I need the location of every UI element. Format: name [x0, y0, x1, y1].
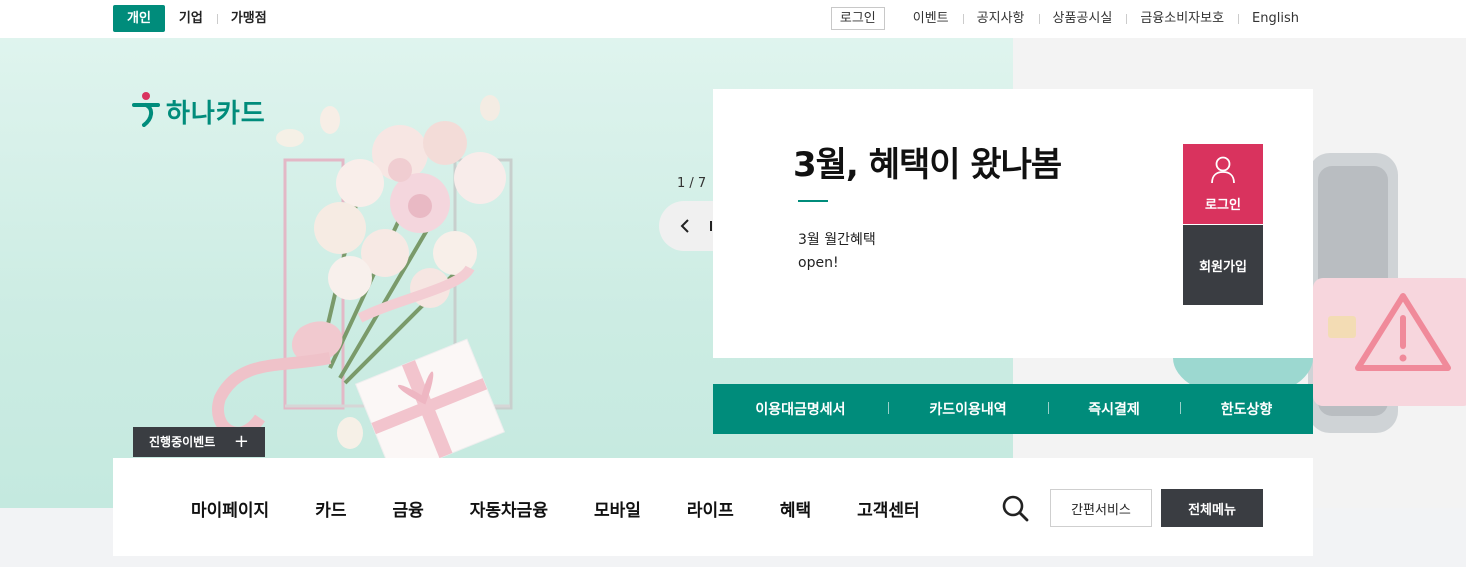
quick-links-bar: 이용대금명세서 카드이용내역 즉시결제 한도상향 [713, 384, 1313, 434]
tab-business[interactable]: 기업 [165, 5, 217, 32]
link-notice[interactable]: 공지사항 [962, 9, 1039, 29]
join-button[interactable]: 회원가입 [1183, 225, 1263, 305]
hana-card-logo[interactable]: 하나카드 [132, 91, 266, 131]
quick-link-limit-increase[interactable]: 한도상향 [1180, 399, 1313, 419]
banner-subtitle: 3월 월간혜택 open! [798, 229, 876, 275]
login-button[interactable]: 로그인 [1183, 144, 1263, 224]
utility-links: 로그인 이벤트 공지사항 상품공시실 금융소비자보호 English [830, 7, 1313, 30]
link-english[interactable]: English [1238, 9, 1313, 29]
tab-merchant[interactable]: 가맹점 [216, 5, 281, 32]
menu-customer-center[interactable]: 고객센터 [857, 496, 920, 521]
join-label: 회원가입 [1199, 259, 1247, 275]
chevron-left-icon[interactable] [674, 215, 696, 237]
link-event[interactable]: 이벤트 [899, 9, 963, 29]
menu-benefits[interactable]: 혜택 [780, 496, 811, 521]
menu-auto-finance[interactable]: 자동차금융 [470, 496, 548, 521]
logo-text: 하나카드 [166, 98, 266, 129]
banner-title: 3월, 혜택이 왔나봄 [793, 145, 1062, 185]
banner-sub-line2: open! [798, 255, 839, 271]
plus-icon: + [233, 431, 249, 452]
main-navigation: 마이페이지 카드 금융 자동차금융 모바일 라이프 혜택 고객센터 간편서비스 … [113, 458, 1313, 556]
link-consumer-protection[interactable]: 금융소비자보호 [1126, 9, 1238, 29]
gnb-menu: 마이페이지 카드 금융 자동차금융 모바일 라이프 혜택 고객센터 [191, 496, 966, 521]
menu-card[interactable]: 카드 [315, 496, 346, 521]
login-label: 로그인 [1205, 197, 1241, 213]
menu-finance[interactable]: 금융 [392, 496, 423, 521]
slide-counter: 1 / 7 [677, 176, 707, 191]
easy-service-button[interactable]: 간편서비스 [1050, 489, 1152, 527]
search-icon[interactable] [1001, 494, 1029, 522]
link-product-disclosure[interactable]: 상품공시실 [1038, 9, 1127, 29]
top-login-button[interactable]: 로그인 [830, 7, 885, 30]
segment-tabs: 개인 기업 가맹점 [113, 5, 281, 32]
ongoing-event-label: 진행중이벤트 [149, 435, 216, 449]
ongoing-event-tab[interactable]: 진행중이벤트 + [133, 427, 265, 457]
menu-life[interactable]: 라이프 [687, 496, 734, 521]
quick-link-statement[interactable]: 이용대금명세서 [713, 399, 888, 419]
title-divider [798, 200, 828, 202]
banner-card[interactable]: 3월, 혜택이 왔나봄 3월 월간혜택 open! 로그인 회원가입 [713, 89, 1313, 358]
all-menu-button[interactable]: 전체메뉴 [1161, 489, 1263, 527]
banner-sub-line1: 3월 월간혜택 [798, 232, 876, 248]
quick-link-instant-payment[interactable]: 즉시결제 [1048, 399, 1180, 419]
hana-logo-icon [132, 91, 160, 131]
top-bar: 개인 기업 가맹점 로그인 이벤트 공지사항 상품공시실 금융소비자보호 Eng… [0, 0, 1466, 38]
menu-mobile[interactable]: 모바일 [594, 496, 641, 521]
tab-personal[interactable]: 개인 [113, 5, 165, 32]
user-icon [1210, 156, 1236, 188]
quick-link-usage-history[interactable]: 카드이용내역 [888, 399, 1048, 419]
menu-mypage[interactable]: 마이페이지 [191, 496, 269, 521]
